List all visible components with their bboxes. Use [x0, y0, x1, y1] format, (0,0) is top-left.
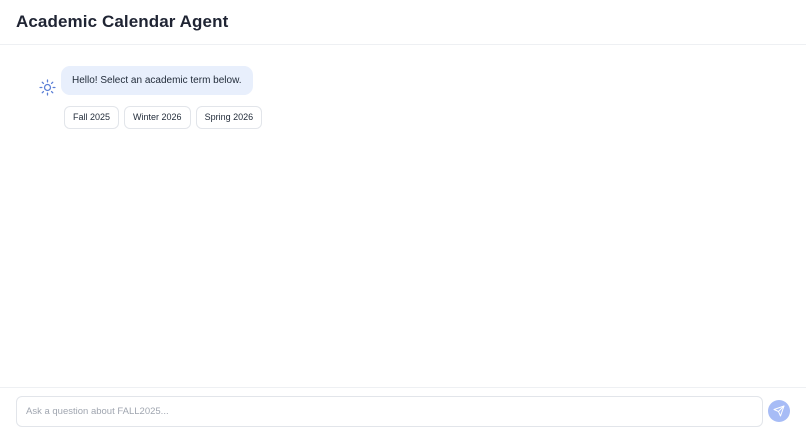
bot-message: Hello! Select an academic term below.	[61, 66, 253, 95]
term-option-winter-2026[interactable]: Winter 2026	[124, 106, 191, 129]
composer-bar	[0, 387, 806, 434]
term-option-spring-2026[interactable]: Spring 2026	[195, 106, 263, 129]
send-icon	[773, 405, 785, 417]
term-option-fall-2025[interactable]: Fall 2025	[64, 106, 120, 129]
sun-icon	[39, 79, 56, 96]
header-bar: Academic Calendar Agent	[0, 0, 806, 45]
chat-area[interactable]: Hello! Select an academic term below. Fa…	[0, 46, 806, 386]
message-input[interactable]	[17, 397, 762, 426]
message-input-container	[16, 396, 763, 427]
page-title: Academic Calendar Agent	[16, 12, 229, 31]
app-window: Academic Calendar Agent Hello! Select an…	[0, 0, 806, 434]
send-button[interactable]	[768, 400, 790, 422]
term-options: Fall 2025 Winter 2026 Spring 2026	[64, 106, 263, 129]
